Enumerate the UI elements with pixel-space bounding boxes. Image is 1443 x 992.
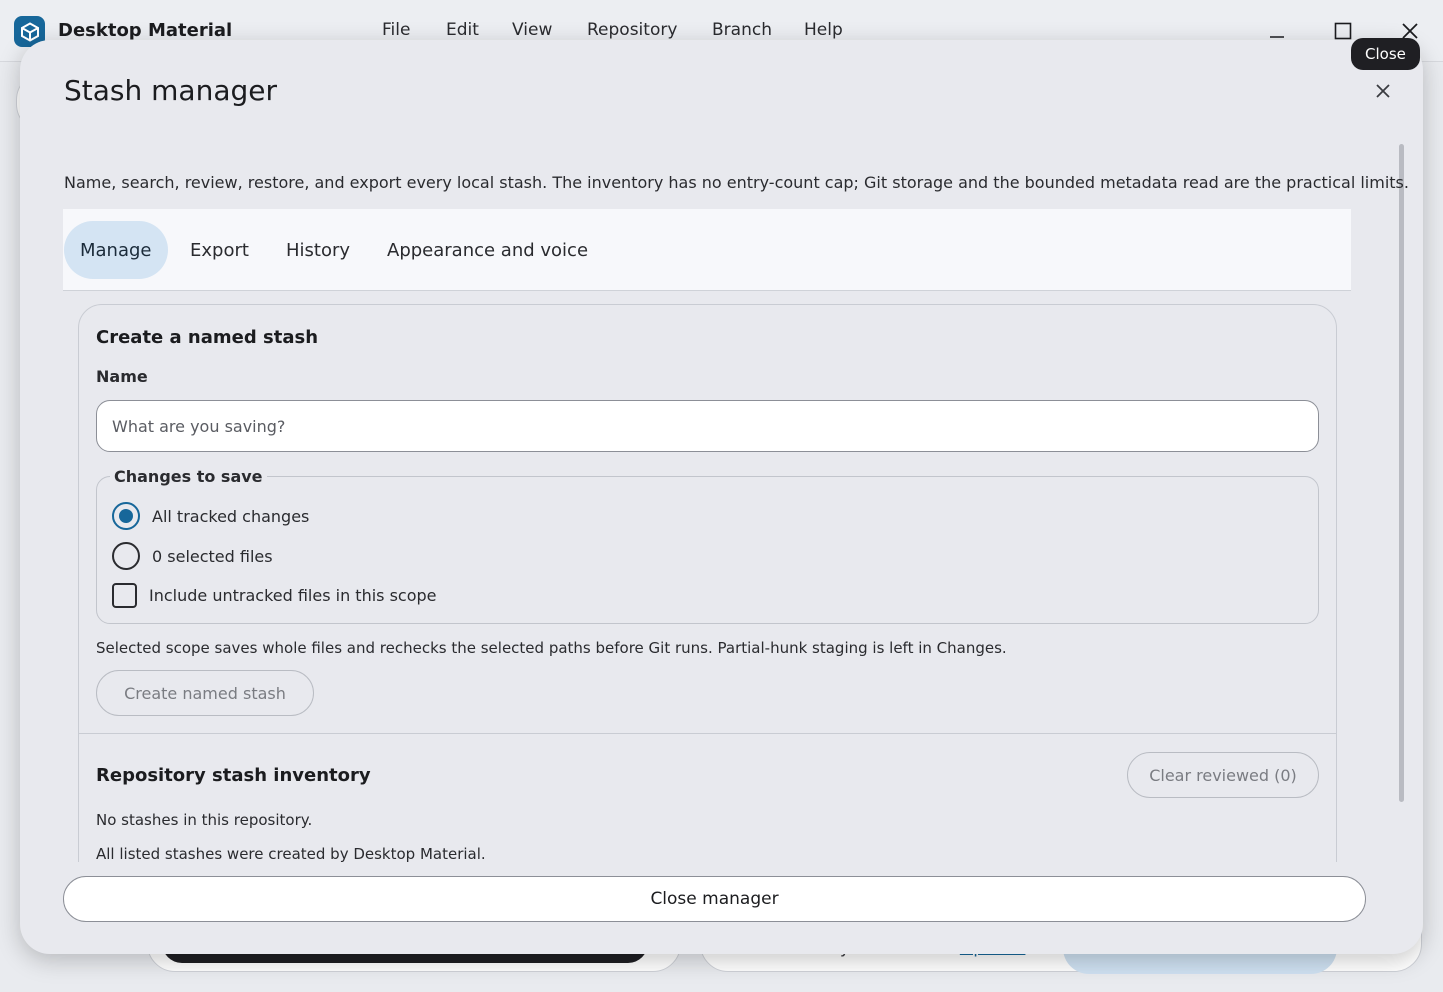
minimize-icon <box>1270 36 1284 38</box>
tab-bar: Manage Export History Appearance and voi… <box>63 209 1351 291</box>
menu-edit[interactable]: Edit <box>446 20 479 40</box>
close-manager-button[interactable]: Close manager <box>63 876 1366 922</box>
changes-to-save-group: Changes to save All tracked changes 0 se… <box>96 467 1319 624</box>
menu-view[interactable]: View <box>512 20 552 40</box>
inventory-title: Repository stash inventory <box>96 765 371 786</box>
inventory-note: All listed stashes were created by Deskt… <box>96 845 486 862</box>
dialog-description: Name, search, review, restore, and expor… <box>64 173 1409 192</box>
close-icon <box>1376 84 1390 98</box>
create-stash-title: Create a named stash <box>96 327 319 348</box>
option-label: Include untracked files in this scope <box>149 586 437 605</box>
changes-to-save-legend: Changes to save <box>110 467 267 486</box>
tab-history[interactable]: History <box>270 221 366 279</box>
stash-manager-dialog: Stash manager Name, search, review, rest… <box>20 40 1423 954</box>
dialog-close-button[interactable] <box>1368 76 1398 106</box>
menu-branch[interactable]: Branch <box>712 20 772 40</box>
close-tooltip: Close <box>1351 38 1420 70</box>
tab-export[interactable]: Export <box>174 221 265 279</box>
clear-reviewed-button[interactable]: Clear reviewed (0) <box>1127 752 1319 798</box>
menu-repository[interactable]: Repository <box>587 20 677 40</box>
tab-manage[interactable]: Manage <box>64 221 168 279</box>
option-all-tracked-changes[interactable]: All tracked changes <box>112 502 309 530</box>
menu-file[interactable]: File <box>382 20 410 40</box>
tab-appearance-and-voice[interactable]: Appearance and voice <box>371 221 604 279</box>
inventory-empty-text: No stashes in this repository. <box>96 811 313 829</box>
maximize-icon <box>1334 22 1352 40</box>
manage-panel: Create a named stash Name Changes to sav… <box>78 304 1337 862</box>
dialog-title: Stash manager <box>64 74 277 107</box>
scope-hint: Selected scope saves whole files and rec… <box>96 639 1007 657</box>
option-label: All tracked changes <box>152 506 310 526</box>
option-label: 0 selected files <box>152 546 273 566</box>
name-label: Name <box>96 367 148 386</box>
checkbox-unchecked-icon[interactable] <box>112 583 137 608</box>
radio-checked-icon[interactable] <box>112 502 140 530</box>
option-include-untracked[interactable]: Include untracked files in this scope <box>112 583 437 608</box>
radio-unchecked-icon[interactable] <box>112 542 140 570</box>
section-divider <box>79 733 1336 734</box>
manage-content: Create a named stash Name Changes to sav… <box>20 291 1423 862</box>
stash-name-input[interactable] <box>96 400 1319 452</box>
create-named-stash-button[interactable]: Create named stash <box>96 670 314 716</box>
menu-help[interactable]: Help <box>804 20 843 40</box>
option-selected-files[interactable]: 0 selected files <box>112 542 273 570</box>
app-name: Desktop Material <box>58 20 233 41</box>
